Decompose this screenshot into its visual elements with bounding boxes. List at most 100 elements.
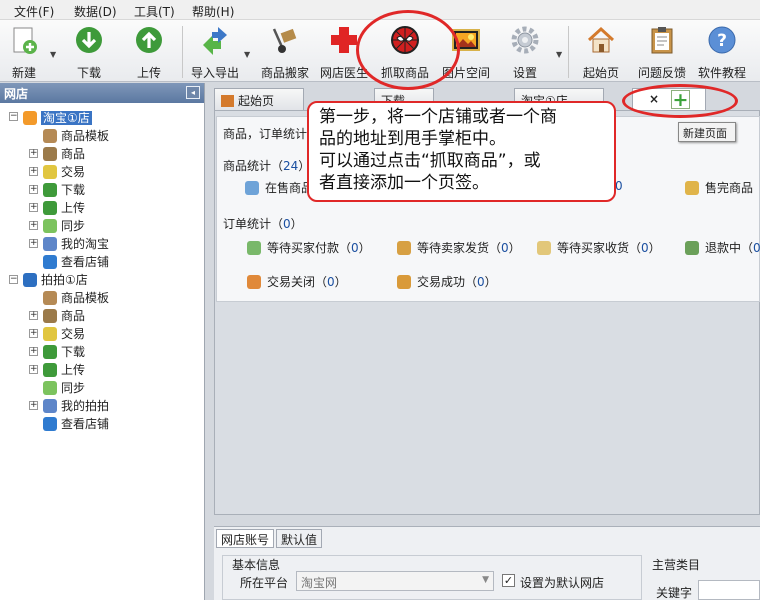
tree-node-shop-paipai[interactable]: 拍拍①店 (23, 271, 88, 289)
platform-label: 所在平台 (240, 576, 289, 590)
tab-default-values[interactable]: 默认值 (276, 529, 323, 548)
expand-icon[interactable]: + (29, 221, 38, 230)
gear-icon (511, 26, 539, 54)
tab-home[interactable]: 起始页 (214, 88, 304, 110)
hand-truck-icon (272, 28, 297, 53)
order-wait-pay[interactable]: 等待买家付款（0） (267, 239, 371, 256)
pin-icon[interactable]: ◂ (186, 86, 200, 99)
tree-node-sync[interactable]: 同步 (43, 379, 85, 397)
download-icon (76, 27, 102, 53)
on-sale-count[interactable]: 0 (615, 179, 623, 193)
order-refund[interactable]: 退款中（0） (705, 239, 760, 256)
instruction-callout: 第一步，将一个店铺或者一个商 品的地址到甩手掌柜中。 可以通过点击“抓取商品”，… (307, 101, 616, 202)
tree-node-template[interactable]: 商品模板 (43, 127, 109, 145)
tree-node-view-shop[interactable]: 查看店铺 (43, 415, 109, 433)
network-icon (43, 237, 57, 251)
goods-count[interactable]: 24 (283, 159, 298, 173)
move-goods-button[interactable]: 商品搬家 (258, 20, 312, 80)
house-icon (221, 95, 234, 107)
keyword-input[interactable] (698, 580, 760, 600)
chevron-down-icon: ▼ (482, 575, 489, 585)
download-icon (43, 345, 57, 359)
network-icon (43, 399, 57, 413)
sync-icon (43, 381, 57, 395)
taobao-shop-icon (23, 111, 37, 125)
expand-icon[interactable]: + (29, 311, 38, 320)
order-success[interactable]: 交易成功（0） (417, 273, 497, 290)
globe-icon (43, 255, 57, 269)
tree-node-sync[interactable]: 同步 (43, 217, 85, 235)
home-button[interactable]: 起始页 (578, 20, 624, 80)
expand-icon[interactable]: + (29, 401, 38, 410)
import-export-dropdown-icon[interactable]: ▼ (244, 50, 250, 59)
tree-node-download[interactable]: 下载 (43, 343, 85, 361)
expand-icon[interactable]: + (29, 167, 38, 176)
goods-stats-label: 商品统计（24） (223, 159, 311, 173)
expand-icon[interactable]: + (29, 329, 38, 338)
tree-node-goods[interactable]: 商品 (43, 307, 85, 325)
sync-icon (43, 219, 57, 233)
expand-icon[interactable]: + (29, 203, 38, 212)
settings-dropdown-icon[interactable]: ▼ (556, 50, 562, 59)
tree-node-shop-taobao[interactable]: 淘宝①店 (23, 109, 92, 127)
download-button[interactable]: 下载 (66, 20, 112, 80)
download-icon (43, 183, 57, 197)
menu-help[interactable]: 帮助(H) (192, 3, 234, 20)
settings-button[interactable]: 设置 (502, 20, 548, 80)
trade-success-icon (397, 275, 411, 289)
tree-node-download[interactable]: 下载 (43, 181, 85, 199)
upload-icon (43, 363, 57, 377)
toolbar-separator (568, 26, 569, 78)
tree-node-trade[interactable]: 交易 (43, 163, 85, 181)
stats-summary: 商品，订单统计 (223, 127, 308, 141)
order-closed[interactable]: 交易关闭（0） (267, 273, 347, 290)
trade-closed-icon (247, 275, 261, 289)
tab-shop-account[interactable]: 网店账号 (216, 529, 275, 548)
expand-icon[interactable]: + (29, 239, 38, 248)
expand-icon[interactable]: + (29, 149, 38, 158)
tutorial-button[interactable]: ? 软件教程 (694, 20, 750, 80)
tree-node-trade[interactable]: 交易 (43, 325, 85, 343)
expand-icon[interactable]: + (29, 347, 38, 356)
tree-node-template[interactable]: 商品模板 (43, 289, 109, 307)
panel-title: 网店 (4, 87, 29, 101)
wait-ship-icon (397, 241, 411, 255)
collapse-icon[interactable]: − (9, 275, 18, 284)
platform-select[interactable]: 淘宝网 ▼ (296, 571, 494, 591)
basic-info-label: 基本信息 (230, 556, 283, 573)
expand-icon[interactable]: + (29, 365, 38, 374)
shop-tree-panel: 网店 ◂ − 淘宝①店 商品模板 + 商品 + 交易 + 下载 + 上传 + 同… (0, 83, 205, 600)
menu-file[interactable]: 文件(F) (14, 3, 54, 20)
tree-node-view-shop[interactable]: 查看店铺 (43, 253, 109, 271)
red-cross-icon (331, 27, 357, 53)
help-icon: ? (708, 26, 736, 54)
panel-header: 网店 ◂ (0, 83, 204, 103)
set-default-label: 设置为默认网店 (520, 576, 605, 590)
collapse-icon[interactable]: − (9, 112, 18, 121)
tree-node-upload[interactable]: 上传 (43, 199, 85, 217)
sold-out-link[interactable]: 售完商品 (705, 179, 753, 196)
import-export-button[interactable]: 导入导出 (188, 20, 242, 80)
yen-icon (43, 165, 57, 179)
new-tab-tooltip: 新建页面 (678, 122, 736, 142)
tree-node-my-taobao[interactable]: 我的淘宝 (43, 235, 109, 253)
order-wait-ship[interactable]: 等待卖家发货（0） (417, 239, 521, 256)
set-default-checkbox[interactable]: ✓ (502, 574, 515, 587)
expand-icon[interactable]: + (29, 185, 38, 194)
feedback-button[interactable]: 问题反馈 (634, 20, 690, 80)
tree-node-goods[interactable]: 商品 (43, 145, 85, 163)
template-icon (43, 291, 57, 305)
svg-text:?: ? (717, 31, 727, 51)
highlight-ring-new-tab (622, 84, 738, 118)
new-dropdown-icon[interactable]: ▼ (50, 50, 56, 59)
main-category-label: 主营类目 (652, 558, 701, 572)
tree-node-upload[interactable]: 上传 (43, 361, 85, 379)
new-button[interactable]: 新建 (2, 20, 46, 80)
upload-button[interactable]: 上传 (126, 20, 172, 80)
order-wait-receive[interactable]: 等待买家收货（0） (557, 239, 661, 256)
on-sale-link[interactable]: 在售商品 (265, 179, 313, 196)
menu-tools[interactable]: 工具(T) (134, 3, 175, 20)
on-sale-icon (245, 181, 259, 195)
menu-data[interactable]: 数据(D) (74, 3, 117, 20)
tree-node-my-paipai[interactable]: 我的拍拍 (43, 397, 109, 415)
